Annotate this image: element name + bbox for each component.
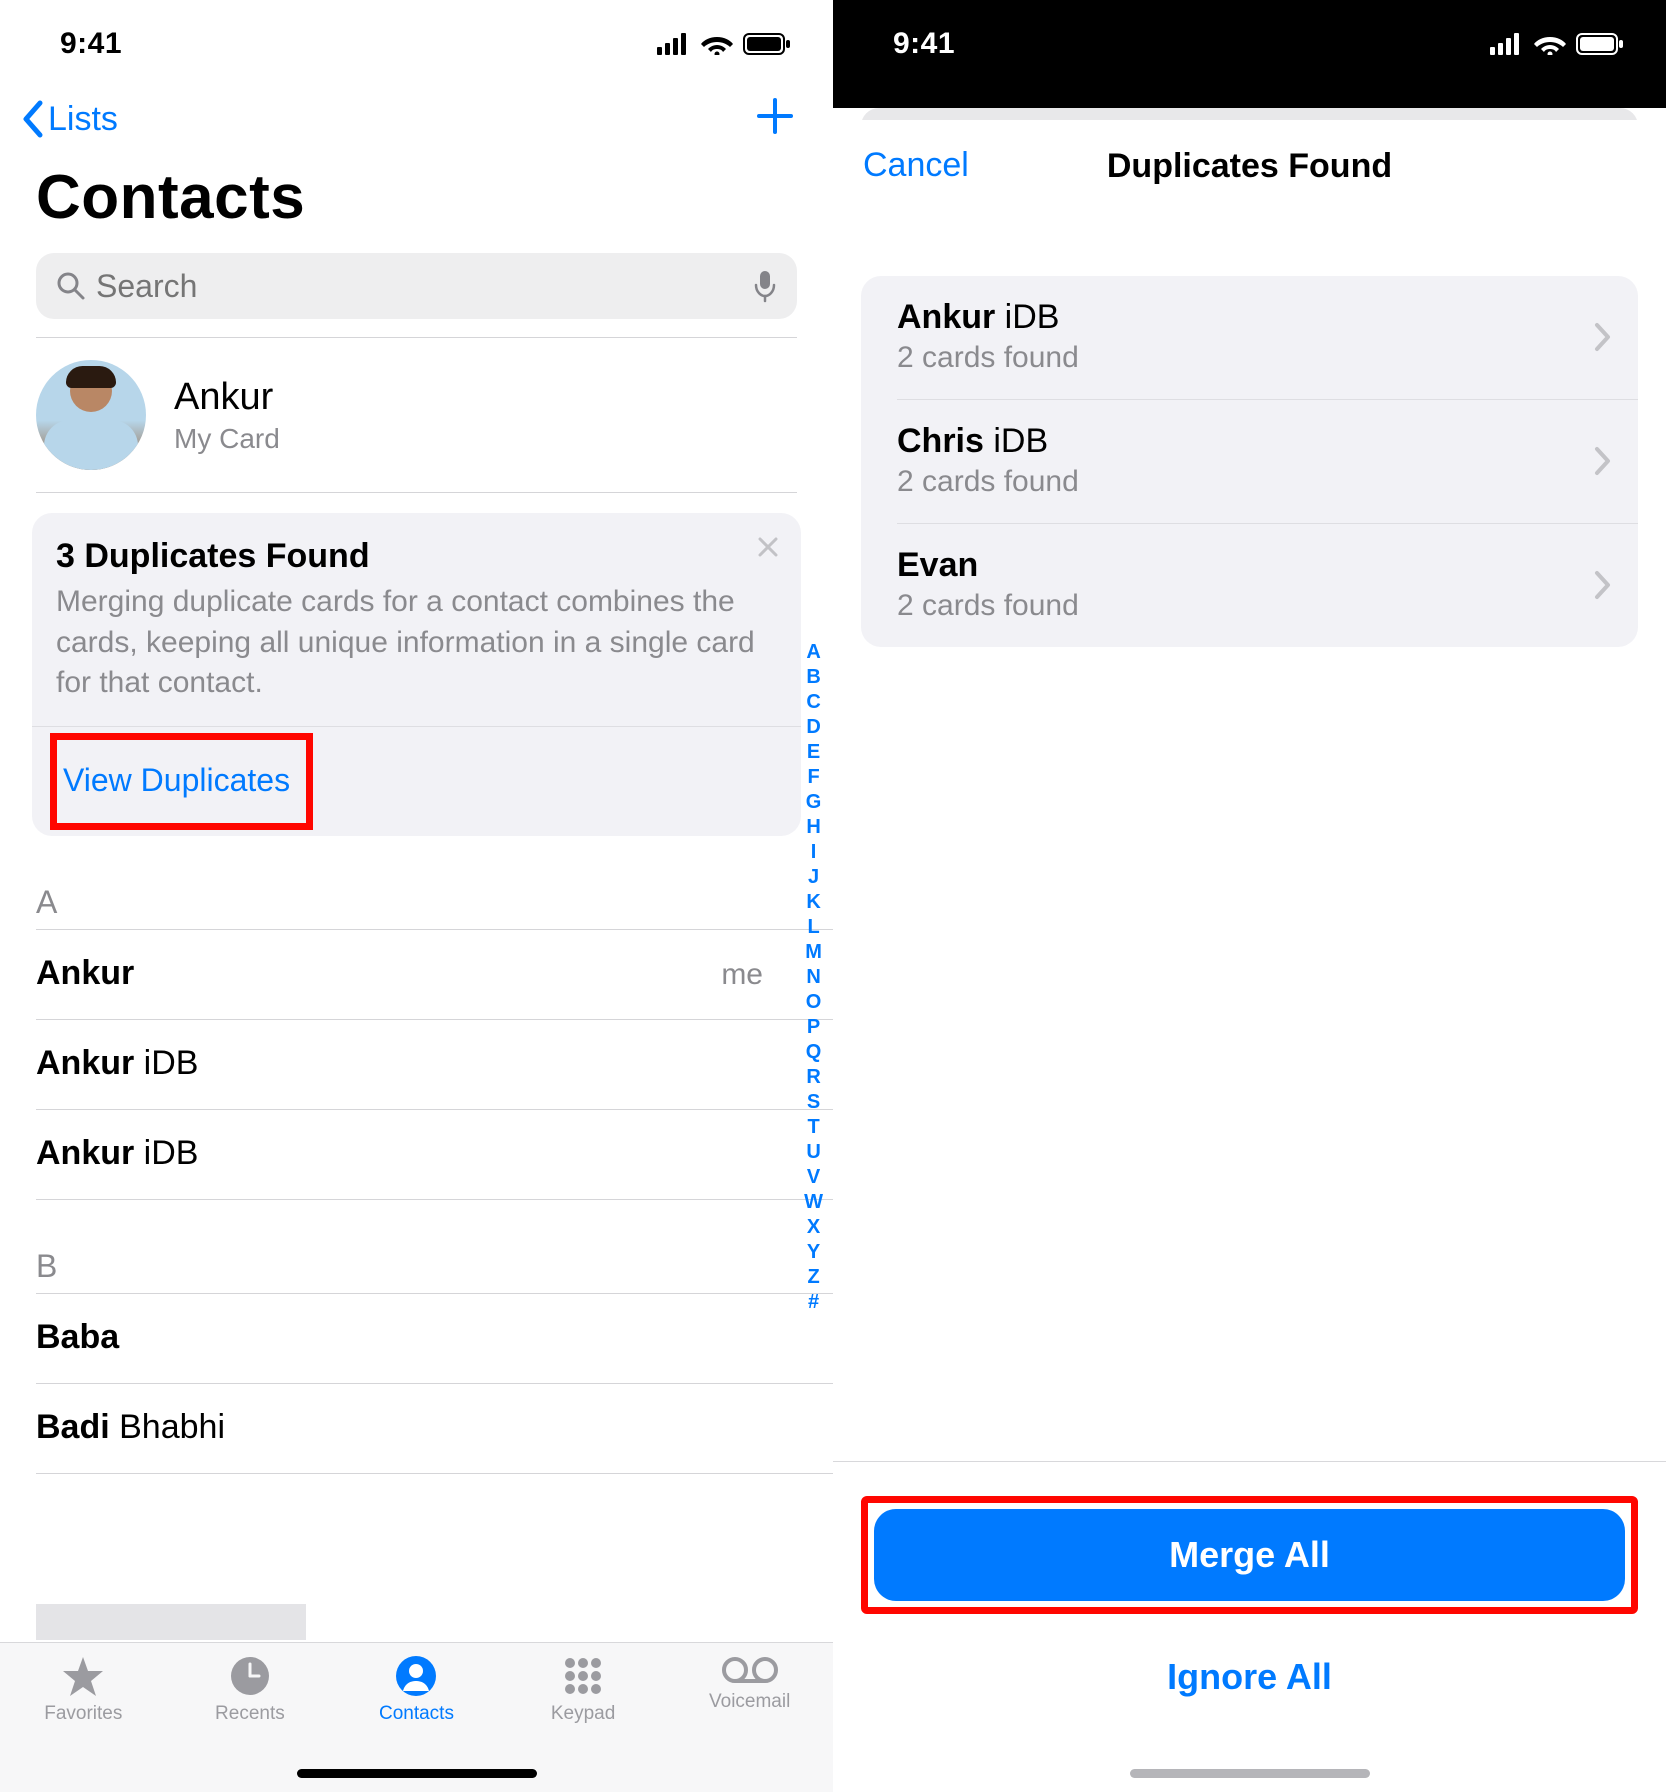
me-badge: me [721, 958, 763, 992]
back-label: Lists [48, 100, 118, 139]
cellular-icon [1490, 33, 1524, 55]
modal-title: Duplicates Found [1107, 147, 1392, 186]
tab-bar: Favorites Recents Contacts Keypad Voicem… [0, 1642, 833, 1792]
duplicate-row[interactable]: Chris iDB 2 cards found [861, 400, 1638, 523]
cellular-icon [657, 33, 691, 55]
duplicates-modal-screen: 9:41 Cancel Duplicates Found Ankur iDB 2… [833, 0, 1666, 1792]
section-header-b: B [0, 1200, 833, 1293]
home-indicator[interactable] [1130, 1769, 1370, 1778]
wifi-icon [701, 33, 733, 55]
ignore-all-button[interactable]: Ignore All [861, 1642, 1638, 1712]
add-contact-button[interactable] [755, 94, 803, 144]
my-card-row[interactable]: Ankur My Card [0, 338, 833, 492]
voicemail-icon [722, 1655, 778, 1685]
search-icon [56, 271, 86, 301]
alphabet-index[interactable]: ABCDEFGHIJKLMNOPQRSTUVWXYZ# [804, 640, 823, 1315]
close-banner-button[interactable] [757, 533, 779, 565]
tab-voicemail[interactable]: Voicemail [690, 1655, 810, 1713]
close-icon [757, 536, 779, 558]
partial-row-indicator [36, 1604, 306, 1640]
status-time: 9:41 [60, 27, 122, 61]
plus-icon [755, 96, 795, 136]
highlight-box: Merge All [861, 1496, 1638, 1614]
star-icon [61, 1655, 105, 1697]
duplicates-title: 3 Duplicates Found [56, 537, 777, 576]
battery-icon [1576, 33, 1624, 55]
battery-icon [743, 33, 791, 55]
search-field[interactable] [36, 253, 797, 319]
tab-contacts[interactable]: Contacts [356, 1655, 476, 1725]
duplicates-modal: Cancel Duplicates Found Ankur iDB 2 card… [833, 120, 1666, 1792]
tab-recents[interactable]: Recents [190, 1655, 310, 1725]
duplicate-sub: 2 cards found [897, 465, 1079, 499]
wifi-icon [1534, 33, 1566, 55]
duplicates-list: Ankur iDB 2 cards found Chris iDB 2 card… [861, 276, 1638, 647]
cancel-button[interactable]: Cancel [863, 146, 969, 185]
nav-bar: Lists [0, 88, 833, 154]
back-button[interactable]: Lists [20, 99, 118, 139]
merge-all-button[interactable]: Merge All [874, 1509, 1625, 1601]
home-indicator[interactable] [297, 1769, 537, 1778]
chevron-right-icon [1594, 570, 1612, 600]
keypad-icon [562, 1655, 604, 1697]
duplicate-row[interactable]: Evan 2 cards found [861, 524, 1638, 647]
status-bar: 9:41 [833, 0, 1666, 88]
clock-icon [229, 1655, 271, 1697]
contact-row[interactable]: Ankur iDB [0, 1110, 833, 1199]
duplicate-row[interactable]: Ankur iDB 2 cards found [861, 276, 1638, 399]
status-icons [1490, 33, 1624, 55]
status-bar: 9:41 [0, 0, 833, 88]
chevron-left-icon [20, 99, 46, 139]
tab-favorites[interactable]: Favorites [23, 1655, 143, 1725]
highlight-box: View Duplicates [50, 733, 313, 830]
contact-row[interactable]: Ankur me [0, 930, 833, 1019]
my-card-name: Ankur [174, 376, 280, 419]
contact-row[interactable]: Baba [0, 1294, 833, 1383]
search-input[interactable] [96, 268, 753, 305]
chevron-right-icon [1594, 446, 1612, 476]
avatar [36, 360, 146, 470]
duplicates-desc: Merging duplicate cards for a contact co… [56, 582, 777, 704]
contact-row[interactable]: Badi Bhabhi [0, 1384, 833, 1473]
status-icons [657, 33, 791, 55]
divider [36, 492, 797, 493]
chevron-right-icon [1594, 322, 1612, 352]
duplicate-sub: 2 cards found [897, 589, 1079, 623]
modal-header: Cancel Duplicates Found [833, 120, 1666, 212]
person-circle-icon [395, 1655, 437, 1697]
duplicates-banner: 3 Duplicates Found Merging duplicate car… [32, 513, 801, 836]
mic-icon[interactable] [753, 269, 777, 303]
contact-row[interactable]: Ankur iDB [0, 1020, 833, 1109]
tab-keypad[interactable]: Keypad [523, 1655, 643, 1725]
page-title: Contacts [0, 154, 833, 253]
duplicate-sub: 2 cards found [897, 341, 1079, 375]
section-header-a: A [0, 836, 833, 929]
contacts-screen: 9:41 Lists Contacts Ankur My Card [0, 0, 833, 1792]
my-card-sub: My Card [174, 423, 280, 455]
view-duplicates-link[interactable]: View Duplicates [63, 740, 296, 823]
modal-bottom-actions: Merge All Ignore All [833, 1461, 1666, 1792]
status-time: 9:41 [893, 27, 955, 61]
